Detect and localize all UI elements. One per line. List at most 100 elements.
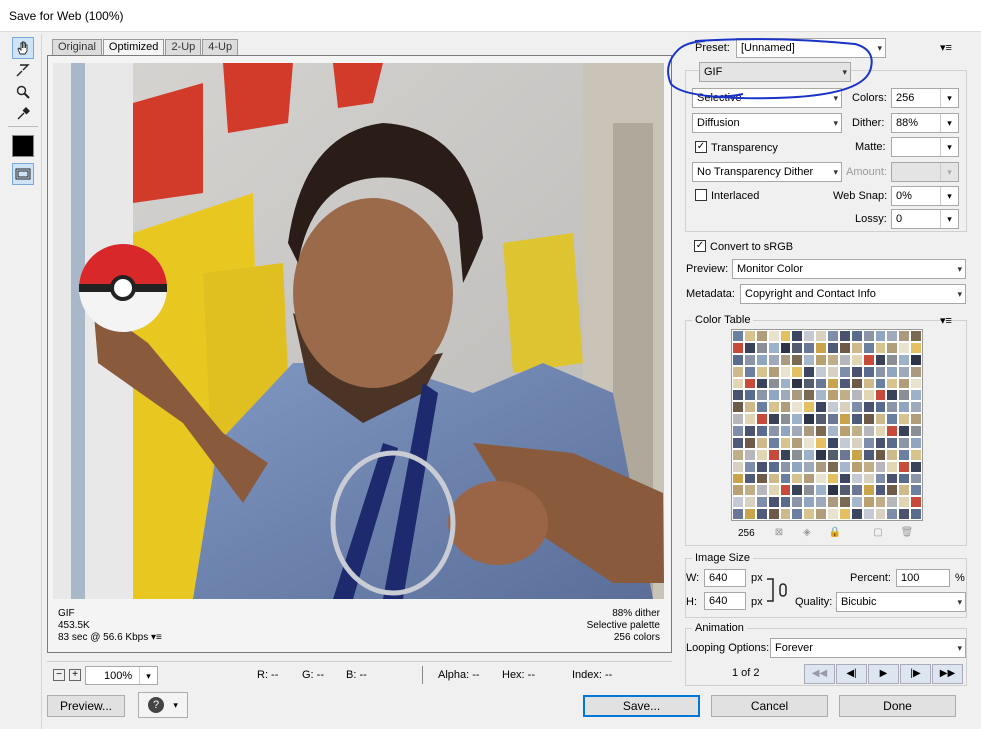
color-swatch[interactable] xyxy=(886,472,899,485)
color-swatch[interactable] xyxy=(862,330,875,342)
color-swatch[interactable] xyxy=(779,425,792,437)
color-swatch[interactable] xyxy=(767,389,780,402)
color-swatch[interactable] xyxy=(791,330,804,342)
trash-icon[interactable]: 🗑 xyxy=(897,527,917,541)
color-swatch[interactable] xyxy=(779,330,792,342)
color-swatch[interactable] xyxy=(898,496,911,509)
color-swatch[interactable] xyxy=(862,508,875,520)
color-swatch[interactable] xyxy=(755,508,768,520)
color-swatch[interactable] xyxy=(850,508,863,520)
color-swatch[interactable] xyxy=(910,341,922,354)
color-swatch[interactable] xyxy=(732,472,744,485)
color-swatch[interactable] xyxy=(862,401,875,414)
color-swatch[interactable] xyxy=(827,413,839,425)
color-swatch[interactable] xyxy=(886,448,899,461)
first-frame-icon[interactable]: ◀◀ xyxy=(804,664,835,684)
zoom-tool-button[interactable] xyxy=(12,81,34,103)
color-swatch[interactable] xyxy=(838,425,851,437)
color-swatch[interactable] xyxy=(898,425,911,437)
cancel-button[interactable]: Cancel xyxy=(711,695,828,717)
color-swatch[interactable] xyxy=(886,365,899,378)
color-swatch[interactable] xyxy=(755,425,768,437)
matte-select[interactable]: ▾ xyxy=(891,137,959,157)
zoom-out-button[interactable]: − xyxy=(53,669,65,681)
color-swatch[interactable] xyxy=(838,413,851,425)
color-swatch[interactable] xyxy=(862,413,875,425)
color-swatch[interactable] xyxy=(850,365,863,378)
color-swatch[interactable] xyxy=(815,341,827,354)
color-swatch[interactable] xyxy=(815,448,827,461)
color-swatch[interactable] xyxy=(803,425,816,437)
color-swatch[interactable] xyxy=(767,508,780,520)
color-swatch[interactable] xyxy=(827,436,839,449)
color-swatch[interactable] xyxy=(815,353,827,366)
color-swatch[interactable] xyxy=(791,389,804,402)
color-swatch[interactable] xyxy=(743,460,756,473)
color-swatch[interactable] xyxy=(767,377,780,390)
color-swatch[interactable] xyxy=(743,377,756,390)
color-swatch[interactable] xyxy=(850,389,863,402)
toggle-slices-visibility-button[interactable] xyxy=(12,163,34,185)
color-swatch[interactable] xyxy=(838,484,851,497)
color-swatch[interactable] xyxy=(850,436,863,449)
color-swatch[interactable] xyxy=(755,496,768,509)
color-swatch[interactable] xyxy=(850,484,863,497)
color-swatch[interactable] xyxy=(827,425,839,437)
color-swatch[interactable] xyxy=(791,496,804,509)
color-swatch[interactable] xyxy=(803,341,816,354)
color-swatch[interactable] xyxy=(779,341,792,354)
color-swatch[interactable] xyxy=(732,353,744,366)
color-swatch[interactable] xyxy=(803,472,816,485)
color-swatch[interactable] xyxy=(732,425,744,437)
zoom-level-select[interactable]: 100% ▾ xyxy=(85,666,158,685)
color-swatch[interactable] xyxy=(815,425,827,437)
color-swatch[interactable] xyxy=(850,330,863,342)
color-swatch[interactable] xyxy=(755,365,768,378)
play-icon[interactable]: ▶ xyxy=(868,664,899,684)
color-swatch[interactable] xyxy=(791,377,804,390)
slice-select-tool-button[interactable] xyxy=(12,59,34,81)
color-swatch[interactable] xyxy=(779,365,792,378)
color-swatch[interactable] xyxy=(862,377,875,390)
color-swatch[interactable] xyxy=(779,460,792,473)
color-swatch[interactable] xyxy=(838,341,851,354)
tab-2-up[interactable]: 2-Up xyxy=(165,39,202,55)
zoom-in-button[interactable]: + xyxy=(69,669,81,681)
color-swatch[interactable] xyxy=(803,389,816,402)
color-swatch[interactable] xyxy=(874,413,887,425)
color-swatch[interactable] xyxy=(803,448,816,461)
color-swatch[interactable] xyxy=(898,341,911,354)
color-swatch[interactable] xyxy=(815,508,827,520)
color-swatch[interactable] xyxy=(767,472,780,485)
color-swatch[interactable] xyxy=(791,460,804,473)
color-swatch[interactable] xyxy=(827,484,839,497)
color-swatch[interactable] xyxy=(827,377,839,390)
color-swatch[interactable] xyxy=(743,436,756,449)
color-swatch[interactable] xyxy=(767,448,780,461)
color-swatch[interactable] xyxy=(886,353,899,366)
color-swatch[interactable] xyxy=(755,413,768,425)
color-swatch[interactable] xyxy=(755,484,768,497)
optimized-preview-image[interactable] xyxy=(53,63,664,599)
color-swatch[interactable] xyxy=(910,436,922,449)
color-swatch[interactable] xyxy=(886,330,899,342)
color-swatch[interactable] xyxy=(862,472,875,485)
color-swatch[interactable] xyxy=(886,425,899,437)
color-swatch[interactable] xyxy=(874,365,887,378)
color-swatch[interactable] xyxy=(838,365,851,378)
color-swatch[interactable] xyxy=(874,460,887,473)
color-swatch[interactable] xyxy=(791,472,804,485)
width-input[interactable]: 640 xyxy=(704,569,746,587)
color-swatch[interactable] xyxy=(838,472,851,485)
color-swatch[interactable] xyxy=(767,401,780,414)
color-swatch[interactable] xyxy=(755,330,768,342)
color-swatch[interactable] xyxy=(850,401,863,414)
color-swatch[interactable] xyxy=(815,377,827,390)
color-swatch[interactable] xyxy=(732,448,744,461)
color-swatch[interactable] xyxy=(779,484,792,497)
color-swatch[interactable] xyxy=(898,401,911,414)
color-swatch[interactable] xyxy=(874,341,887,354)
color-swatch[interactable] xyxy=(803,365,816,378)
web-shift-icon[interactable]: ◈ xyxy=(797,527,817,541)
color-swatch[interactable] xyxy=(743,330,756,342)
